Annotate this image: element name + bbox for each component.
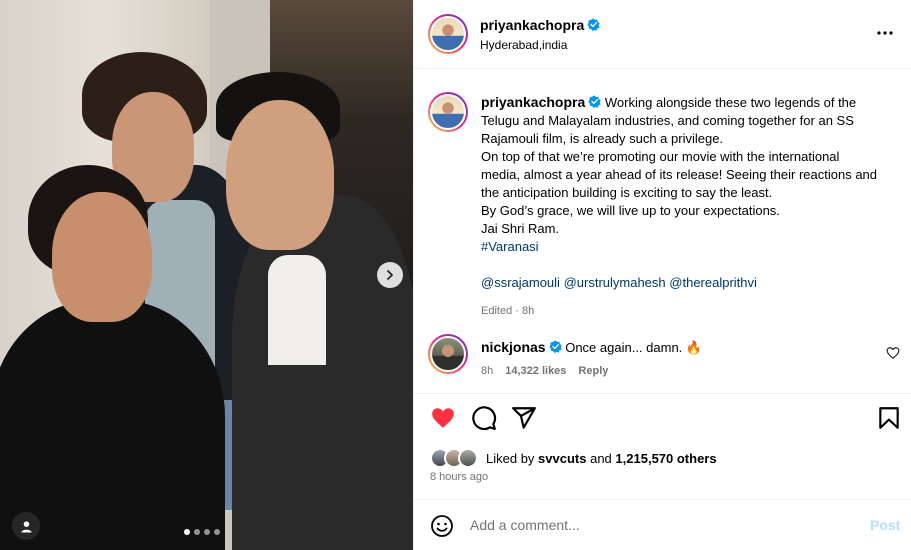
photo-person-1-face: [52, 192, 152, 322]
caption-text-line: Jai Shri Ram.: [481, 221, 560, 236]
caption-text-line: On top of that we’re promoting our movie…: [481, 149, 840, 164]
verified-badge-icon: [548, 340, 562, 353]
mention-link[interactable]: @urstrulymahesh: [564, 275, 666, 290]
likes-conj: and: [590, 450, 612, 466]
likes-others[interactable]: 1,215,570 others: [615, 451, 716, 466]
post-details-pane: priyankachopra Hyderabad,india priyankac…: [413, 0, 911, 550]
more-options-icon[interactable]: [876, 24, 894, 42]
mention-link[interactable]: @ssrajamouli: [481, 275, 560, 290]
post-photo[interactable]: [0, 0, 413, 550]
comment-icon[interactable]: [471, 405, 497, 431]
caption-text-line: Working alongside these two legends of t…: [604, 95, 857, 110]
caption-text-line: media, almost a year ahead of its releas…: [481, 167, 878, 182]
photo-person-1-body: [0, 300, 225, 550]
liker-avatar: [458, 448, 478, 468]
add-comment-input[interactable]: [470, 513, 850, 537]
emoji-icon[interactable]: [430, 514, 454, 538]
caption-author-avatar[interactable]: [428, 92, 468, 132]
caption-text-line: Rajamouli film, is already such a privil…: [481, 131, 724, 146]
verified-badge-icon: [587, 18, 600, 31]
caption-text-line: Telugu and Malayalam industries, and com…: [481, 113, 854, 128]
likes-summary[interactable]: Liked by svvcuts and 1,215,570 others: [430, 446, 717, 470]
post-header: priyankachopra Hyderabad,india: [414, 0, 911, 69]
user-icon: [20, 520, 32, 533]
actions-divider: [414, 393, 911, 394]
chevron-right-icon: [387, 270, 393, 280]
caption-author-username[interactable]: priyankachopra: [481, 94, 585, 110]
comment-reply-button[interactable]: Reply: [578, 365, 608, 377]
author-avatar[interactable]: [428, 14, 468, 54]
share-send-icon[interactable]: [511, 405, 537, 431]
commenter-username[interactable]: nickjonas: [481, 339, 546, 355]
comment-like-heart-icon[interactable]: [886, 346, 900, 360]
carousel-next-button[interactable]: [377, 262, 403, 288]
comment-likes[interactable]: 14,322 likes: [505, 365, 566, 377]
carousel-dot: [194, 529, 200, 535]
liker-username[interactable]: svvcuts: [538, 451, 586, 466]
save-bookmark-icon[interactable]: [876, 405, 902, 431]
comment-time[interactable]: 8h: [481, 365, 493, 377]
post-actions-bar: [414, 405, 911, 433]
add-comment-bar: Post: [414, 499, 911, 550]
post-time-ago[interactable]: 8 hours ago: [430, 471, 488, 483]
caption-text-line: By God’s grace, we will live up to your …: [481, 203, 780, 218]
carousel-dot: [204, 529, 210, 535]
carousel-dot: [214, 529, 220, 535]
like-heart-icon[interactable]: [430, 405, 456, 431]
likes-prefix: Liked by: [486, 450, 535, 466]
edited-label: Edited · 8h: [481, 302, 906, 320]
photo-person-3-shirt: [268, 255, 326, 365]
edited-separator: ·: [515, 305, 519, 317]
commenter-avatar[interactable]: [428, 334, 468, 374]
edited-time: 8h: [522, 305, 535, 317]
photo-person-3-face: [226, 100, 334, 250]
post-comment-button[interactable]: Post: [870, 517, 900, 533]
post-location[interactable]: Hyderabad,india: [480, 38, 567, 52]
liker-avatars: [430, 448, 478, 468]
hashtag-link[interactable]: #Varanasi: [481, 239, 539, 254]
tagged-users-button[interactable]: [12, 512, 40, 540]
carousel-dots: [184, 529, 220, 535]
mention-link[interactable]: @therealprithvi: [669, 275, 757, 290]
comment-item: nickjonas Once again... damn. 🔥 8h 14,32…: [414, 334, 911, 386]
verified-badge-icon: [588, 95, 601, 108]
carousel-dot: [184, 529, 190, 535]
caption-text-line: the anticipation building is exciting to…: [481, 185, 773, 200]
edited-text: Edited: [481, 305, 513, 317]
author-username[interactable]: priyankachopra: [480, 17, 584, 33]
comment-text: Once again... damn. 🔥: [565, 340, 703, 355]
